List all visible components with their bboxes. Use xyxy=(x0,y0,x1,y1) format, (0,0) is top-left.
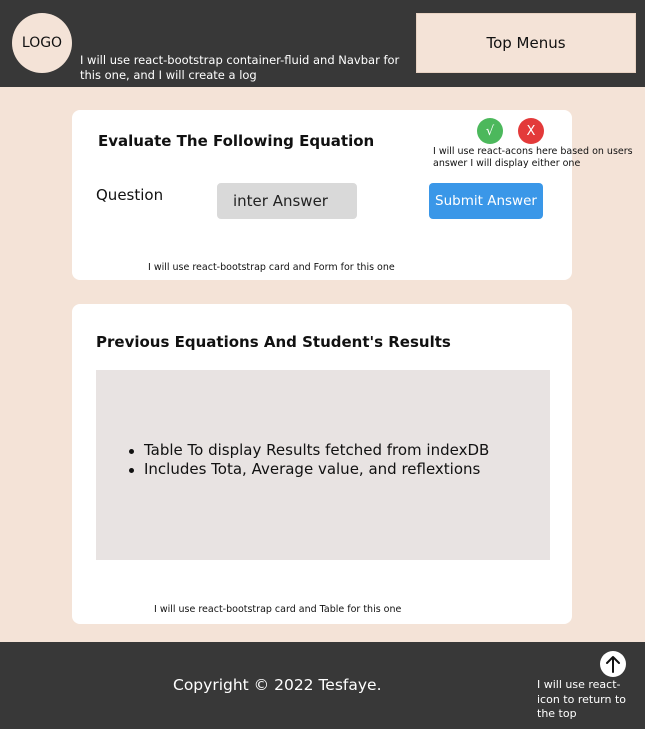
list-item: Includes Tota, Average value, and reflex… xyxy=(128,460,489,479)
results-card: Previous Equations And Student's Results… xyxy=(72,304,572,624)
submit-answer-button[interactable]: Submit Answer xyxy=(429,183,543,219)
results-table-placeholder: Table To display Results fetched from in… xyxy=(96,370,550,560)
question-label: Question xyxy=(96,186,164,204)
incorrect-x-icon: X xyxy=(518,118,544,144)
list-item: Table To display Results fetched from in… xyxy=(128,441,489,460)
answer-input[interactable] xyxy=(217,183,357,219)
equation-card: Evaluate The Following Equation √ X I wi… xyxy=(72,110,633,280)
top-menus-button[interactable]: Top Menus xyxy=(416,13,636,73)
results-card-note: I will use react-bootstrap card and Tabl… xyxy=(154,604,402,615)
footer: Copyright © 2022 Tesfaye. I will use rea… xyxy=(0,642,645,729)
icons-note: I will use react-acons here based on use… xyxy=(433,146,633,169)
results-card-title: Previous Equations And Student's Results xyxy=(96,333,451,351)
logo[interactable]: LOGO xyxy=(12,13,72,73)
arrow-up-circle-icon[interactable] xyxy=(600,651,626,677)
return-to-top-note: I will use react-icon to return to the t… xyxy=(537,678,627,720)
navbar-note: I will use react-bootstrap container-flu… xyxy=(80,53,400,82)
results-bullet-list: Table To display Results fetched from in… xyxy=(128,441,489,479)
navbar: LOGO I will use react-bootstrap containe… xyxy=(0,0,645,87)
copyright-text: Copyright © 2022 Tesfaye. xyxy=(173,676,382,694)
equation-card-title: Evaluate The Following Equation xyxy=(98,132,375,150)
correct-check-icon: √ xyxy=(477,118,503,144)
equation-card-note: I will use react-bootstrap card and Form… xyxy=(148,262,395,273)
